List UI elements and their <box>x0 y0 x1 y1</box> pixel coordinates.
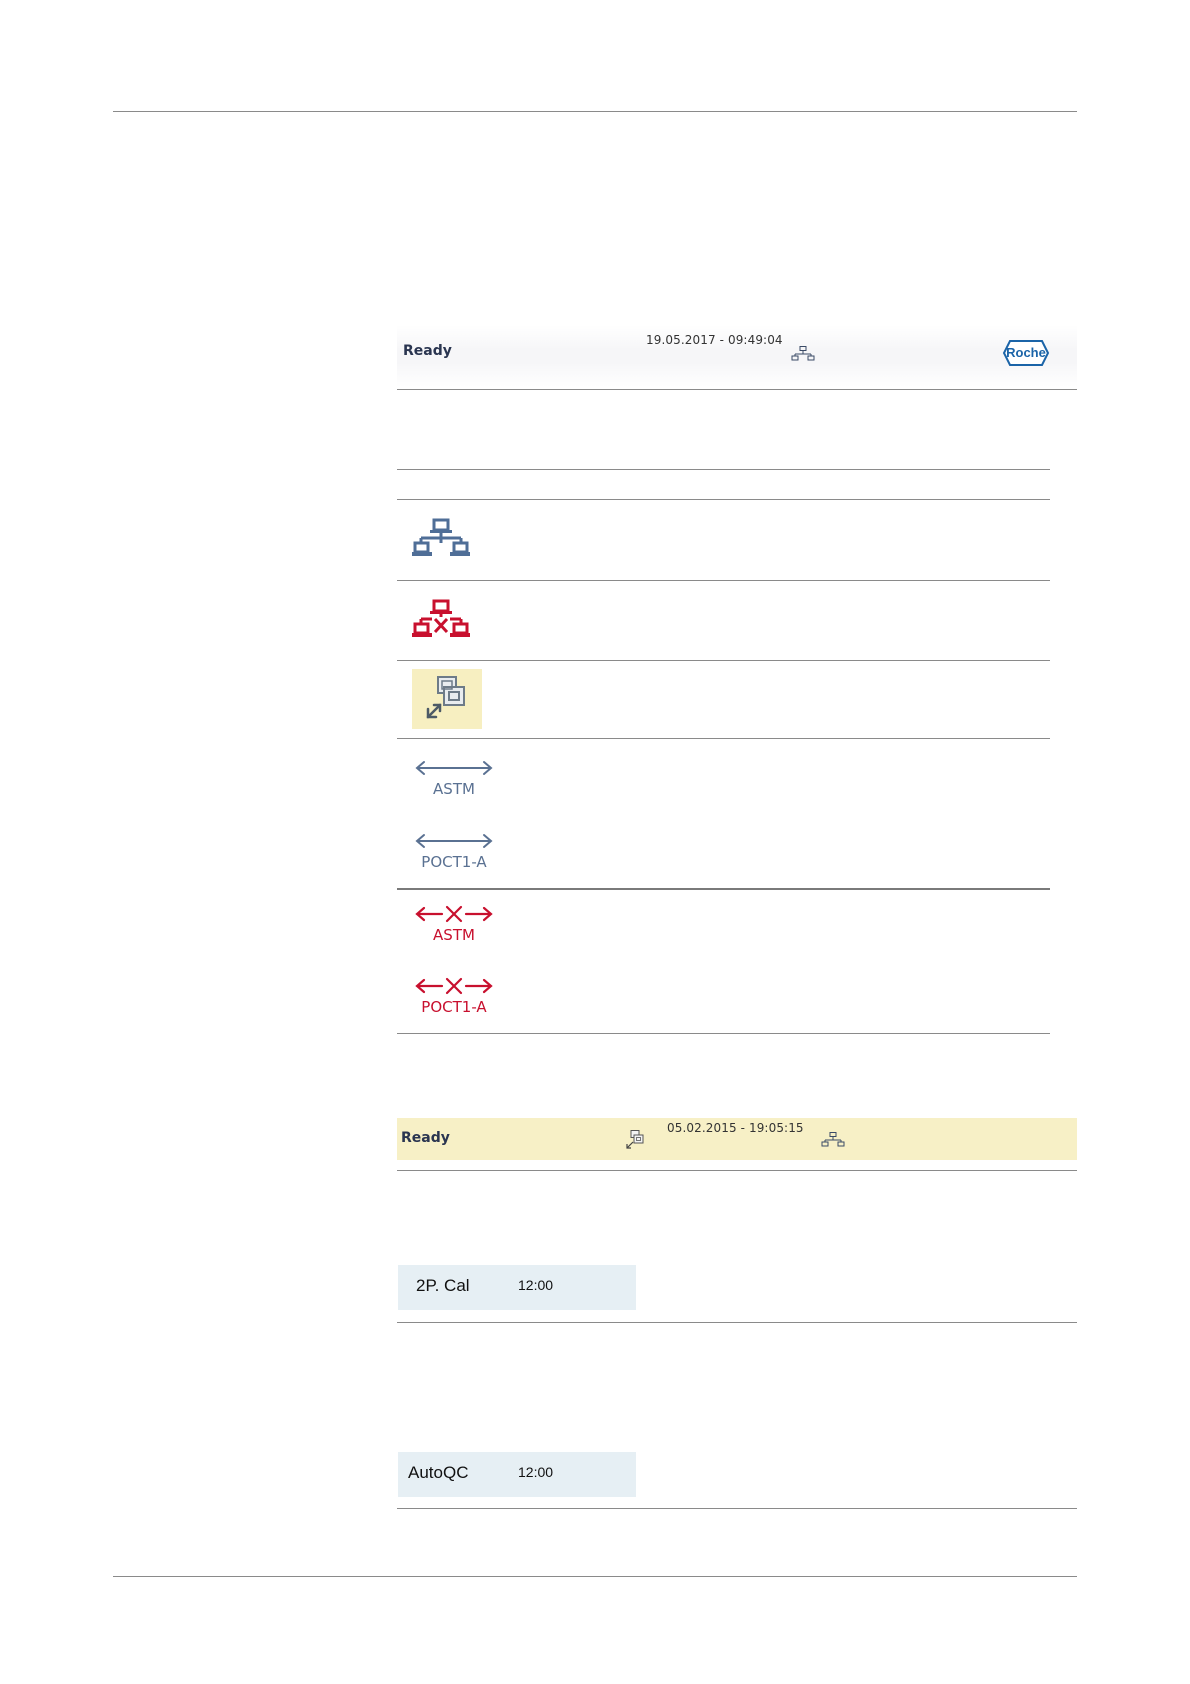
status-text: Ready <box>403 343 452 359</box>
chip-label: 2P. Cal <box>416 1276 470 1295</box>
row-rule <box>397 580 1050 581</box>
date-time: 19.05.2017 - 09:49:04 <box>646 333 783 347</box>
roche-logo-text: Roche <box>1006 345 1046 360</box>
row-rule <box>397 888 1050 890</box>
table-row-astm-connected: ASTM <box>412 758 496 798</box>
status-bar-divider <box>397 389 1077 390</box>
status-bar-remote: Ready 05.02.2015 - 19:05:15 <box>397 1118 1077 1160</box>
date-time: 05.02.2015 - 19:05:15 <box>667 1121 804 1135</box>
poct1a-label: POCT1-A <box>421 998 487 1016</box>
calibration-timer-chip[interactable]: 2P. Cal 12:00 <box>398 1265 636 1310</box>
section-rule <box>397 1508 1077 1509</box>
chip-time: 12:00 <box>518 1464 554 1480</box>
roche-logo: Roche <box>1002 339 1050 371</box>
table-bottom-rule <box>397 1033 1050 1034</box>
table-header-rule <box>397 499 1050 500</box>
poct1a-label: POCT1-A <box>421 853 487 871</box>
table-row-astm-disconnected: ASTM <box>412 904 496 944</box>
status-bar-divider <box>397 1170 1077 1171</box>
astm-label: ASTM <box>433 926 475 944</box>
poct1a-disconnected-icon <box>415 977 493 995</box>
table-row-poct1a-connected: POCT1-A <box>412 831 496 871</box>
status-bar-ready: Ready 19.05.2017 - 09:49:04 Roche <box>397 325 1077 387</box>
astm-label: ASTM <box>433 780 475 798</box>
network-connected-icon[interactable] <box>791 345 815 367</box>
table-top-rule <box>397 469 1050 470</box>
header-rule <box>113 111 1077 112</box>
table-row-remote-control <box>412 669 482 729</box>
remote-control-icon[interactable] <box>624 1129 646 1155</box>
table-row-network-connected <box>412 518 470 562</box>
row-rule <box>397 660 1050 661</box>
footer-rule <box>113 1576 1077 1577</box>
network-connected-icon <box>412 518 470 556</box>
table-row-network-disconnected <box>412 599 470 643</box>
chip-time: 12:00 <box>518 1277 554 1293</box>
row-rule <box>397 738 1050 739</box>
network-connected-icon[interactable] <box>821 1131 845 1153</box>
astm-disconnected-icon <box>415 905 493 923</box>
astm-connected-icon <box>415 761 493 775</box>
remote-control-tile <box>412 669 482 729</box>
status-text: Ready <box>401 1130 450 1146</box>
poct1a-connected-icon <box>415 834 493 848</box>
remote-control-icon <box>426 676 465 719</box>
table-row-poct1a-disconnected: POCT1-A <box>412 976 496 1016</box>
chip-label: AutoQC <box>408 1463 469 1482</box>
autoqc-timer-chip[interactable]: AutoQC 12:00 <box>398 1452 636 1497</box>
section-rule <box>397 1322 1077 1323</box>
network-disconnected-icon <box>412 599 470 637</box>
